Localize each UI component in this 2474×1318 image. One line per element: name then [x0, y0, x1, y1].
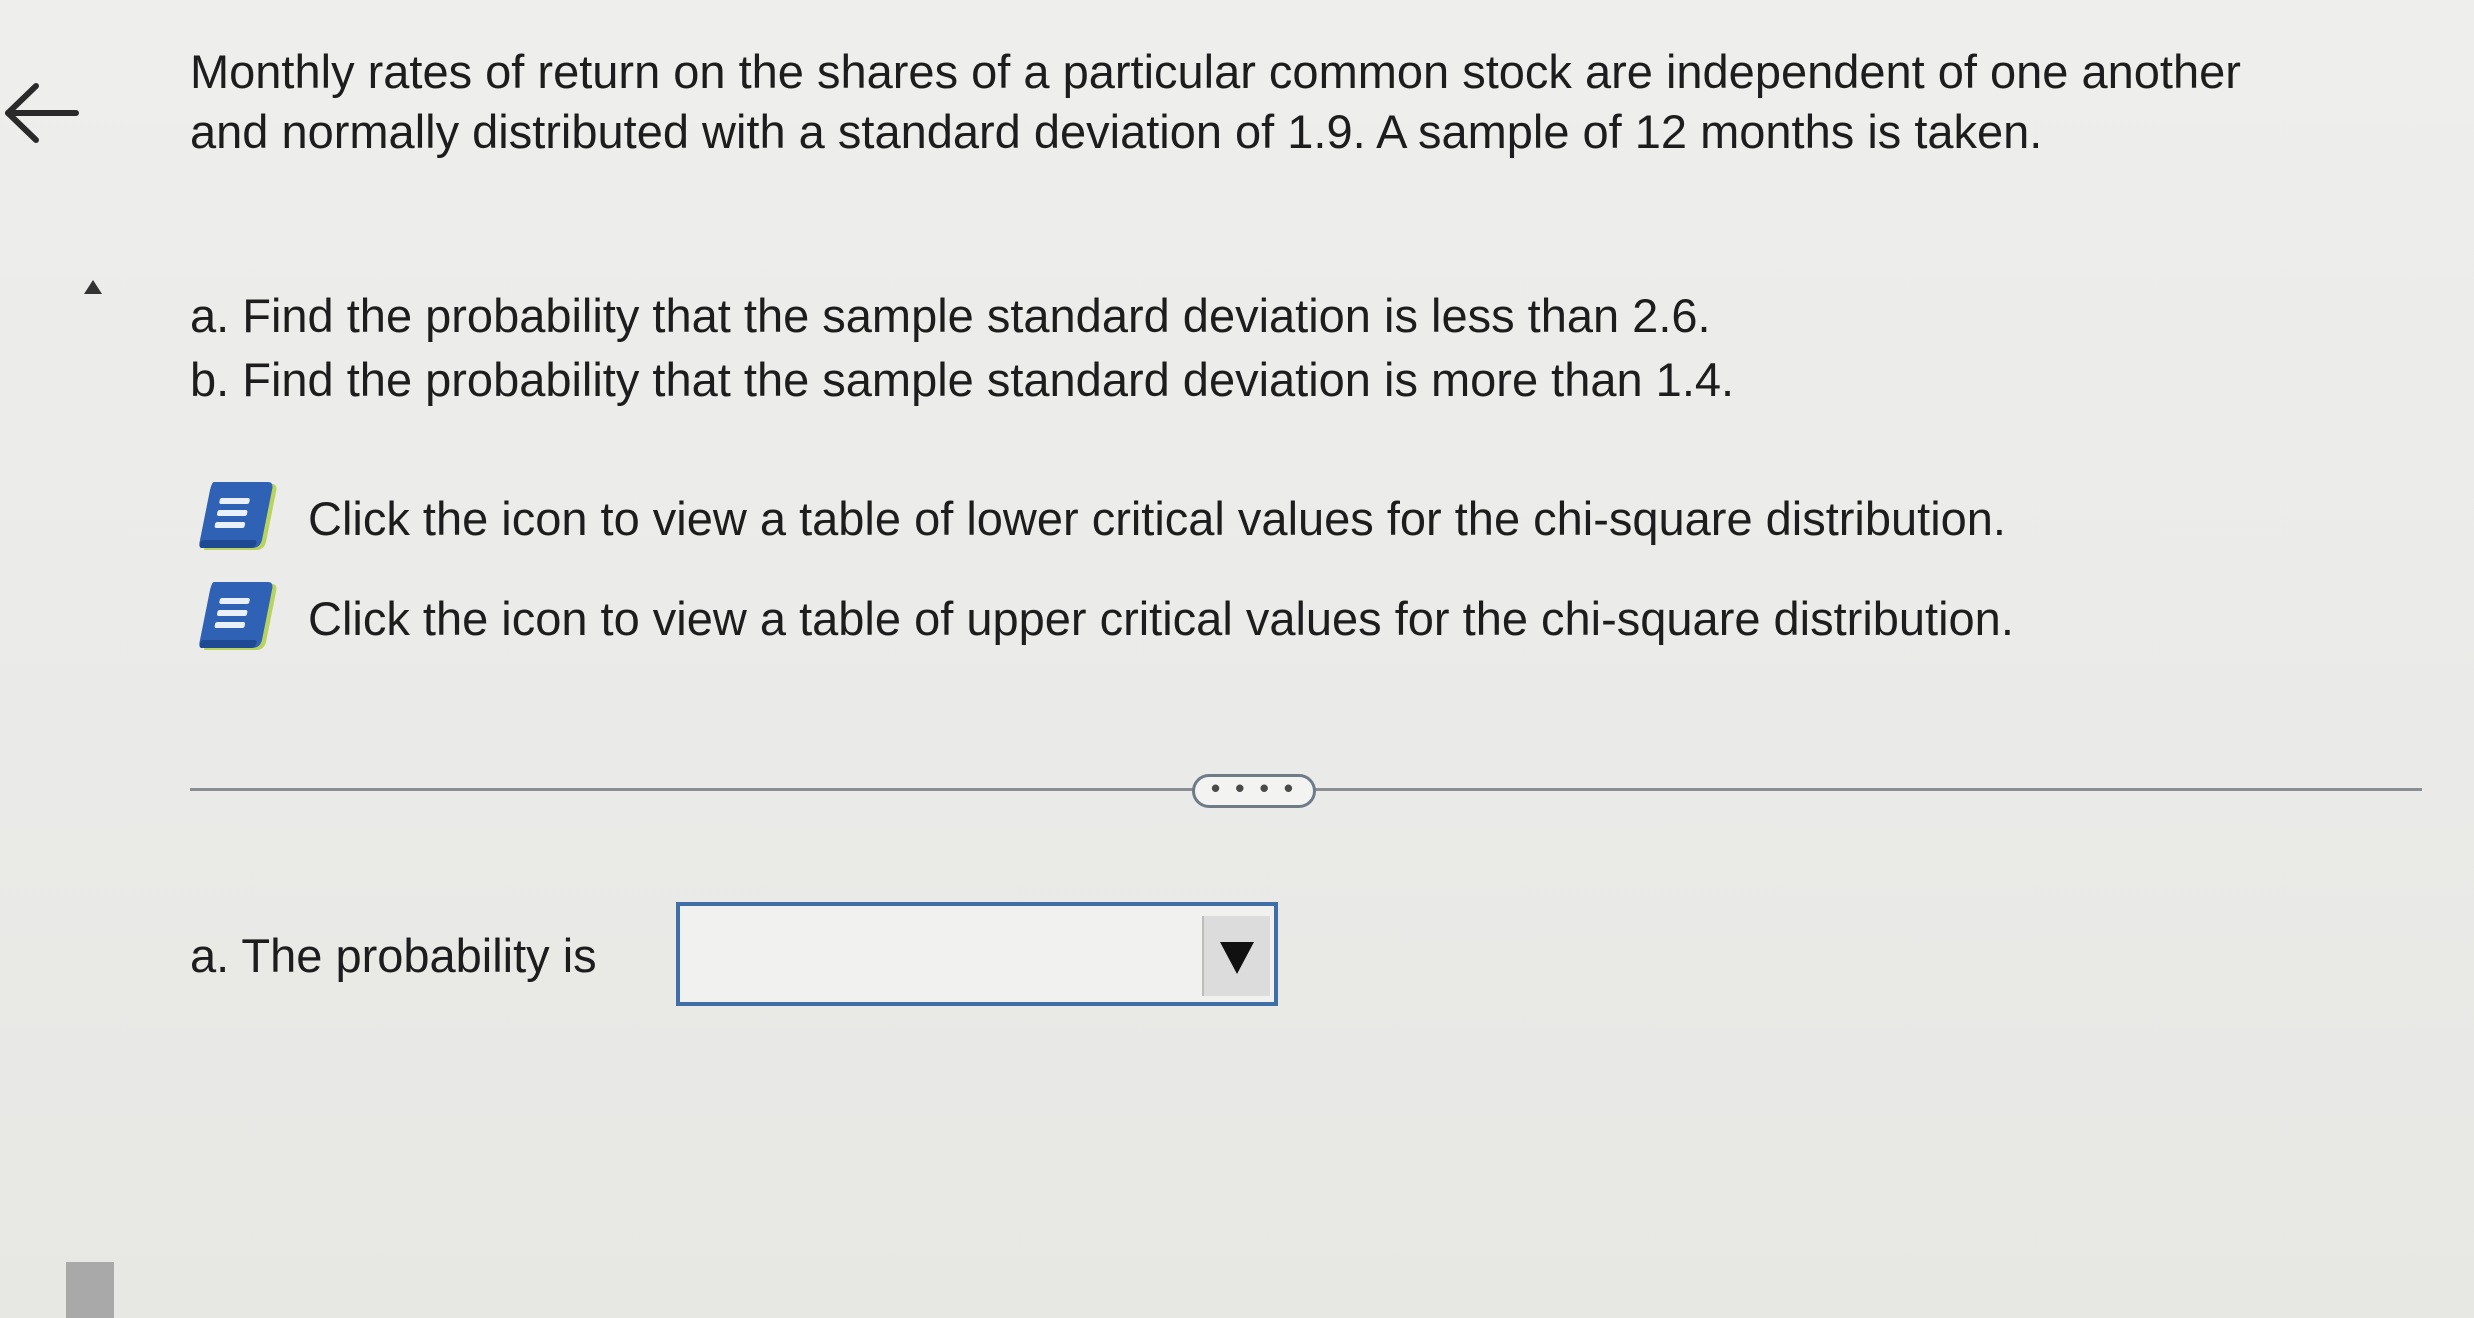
- back-arrow-icon[interactable]: [0, 78, 84, 148]
- lower-critical-values-link-text[interactable]: Click the icon to view a table of lower …: [308, 491, 2006, 546]
- scrollbar-thumb[interactable]: [66, 1262, 114, 1318]
- part-a-text: a. Find the probability that the sample …: [190, 289, 1711, 342]
- question-text: Monthly rates of return on the shares of…: [190, 45, 2241, 158]
- book-icon[interactable]: [196, 478, 282, 558]
- book-icon[interactable]: [196, 578, 282, 658]
- upper-critical-values-link-text[interactable]: Click the icon to view a table of upper …: [308, 591, 2014, 646]
- question-page: Monthly rates of return on the shares of…: [0, 0, 2474, 1318]
- answer-a-dropdown[interactable]: [676, 902, 1278, 1006]
- question-parts: a. Find the probability that the sample …: [190, 284, 1734, 412]
- scroll-up-icon[interactable]: [84, 280, 102, 294]
- dropdown-button[interactable]: [1202, 916, 1270, 996]
- lower-critical-values-link[interactable]: Click the icon to view a table of lower …: [196, 478, 2006, 558]
- answer-a-label: a. The probability is: [190, 929, 597, 982]
- part-b-text: b. Find the probability that the sample …: [190, 353, 1735, 406]
- dropdown-arrow-icon: [1220, 942, 1254, 974]
- expand-more-button[interactable]: • • • •: [1192, 774, 1316, 808]
- upper-critical-values-link[interactable]: Click the icon to view a table of upper …: [196, 578, 2014, 658]
